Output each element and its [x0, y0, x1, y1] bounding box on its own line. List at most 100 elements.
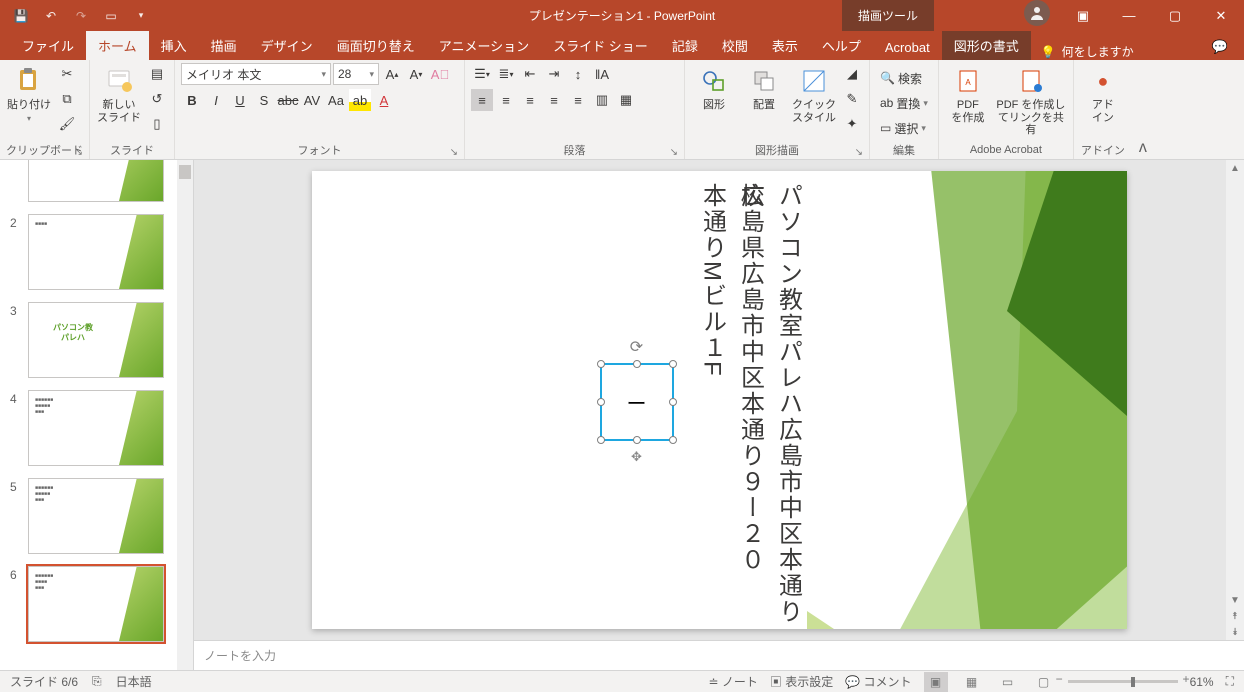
resize-handle-b[interactable] — [633, 436, 641, 444]
thumbnail-3[interactable]: 3パソコン教 パレハ — [0, 296, 193, 384]
char-spacing-icon[interactable]: AV — [301, 89, 323, 111]
reading-view-icon[interactable]: ▭ — [996, 672, 1020, 692]
font-launcher-icon[interactable]: ↘ — [450, 147, 458, 158]
slideshow-view-icon[interactable]: ▢ — [1032, 672, 1056, 692]
canvas-scrollbar[interactable]: ▲ ▼ ⯭ ⯯ — [1226, 160, 1244, 640]
next-slide-icon[interactable]: ⯯ — [1226, 624, 1244, 640]
tab-home[interactable]: ホーム — [86, 30, 149, 60]
font-name-combo[interactable]: メイリオ 本文▾ — [181, 63, 331, 85]
tab-review[interactable]: 校閲 — [710, 30, 760, 60]
slide-canvas[interactable]: パソコン教室パレハ広島市中区本通り校 広島県広島市中区本通り９ー２０ 本通りMビ… — [312, 171, 1127, 629]
justify-icon[interactable]: ≡ — [543, 89, 565, 111]
shape-fill-icon[interactable]: ◢ — [841, 63, 863, 85]
section-icon[interactable]: ▯ — [146, 113, 168, 135]
undo-icon[interactable]: ↶ — [36, 1, 66, 31]
smartart-icon[interactable]: ▦ — [615, 89, 637, 111]
create-pdf-button[interactable]: A PDF を作成 — [945, 63, 991, 124]
replace-button[interactable]: ab置換▾ — [876, 92, 932, 114]
tab-design[interactable]: デザイン — [249, 30, 325, 60]
scroll-up-icon[interactable]: ▲ — [1226, 160, 1244, 176]
tab-slideshow[interactable]: スライド ショー — [541, 30, 660, 60]
shapes-button[interactable]: 図形 — [691, 63, 737, 112]
spellcheck-icon[interactable]: ⎘ — [92, 674, 102, 689]
copy-icon[interactable]: ⧉ — [56, 88, 78, 110]
autofit-options-icon[interactable]: ✥ — [631, 449, 642, 465]
paste-button[interactable]: 貼り付け ▾ — [6, 63, 52, 123]
resize-handle-bl[interactable] — [597, 436, 605, 444]
quick-styles-button[interactable]: クイック スタイル — [791, 63, 837, 124]
tab-format[interactable]: 図形の書式 — [942, 30, 1031, 60]
cut-icon[interactable]: ✂ — [56, 63, 78, 85]
close-icon[interactable]: ✕ — [1198, 0, 1244, 31]
comments-share-icon[interactable]: 💬 — [1212, 39, 1228, 60]
rotation-handle-icon[interactable]: ⟳ — [630, 337, 643, 357]
align-center-icon[interactable]: ≡ — [495, 89, 517, 111]
notes-pane[interactable]: ノートを入力 — [194, 640, 1244, 670]
highlight-icon[interactable]: ab — [349, 89, 371, 111]
slide-text-line2[interactable]: 広島県広島市中区本通り９ー２０ — [730, 183, 768, 573]
fit-to-window-icon[interactable]: ⛶ — [1226, 674, 1234, 689]
thumbnail-4[interactable]: 4■■■■■■■■■■■■■■ — [0, 384, 193, 472]
shadow-icon[interactable]: S — [253, 89, 275, 111]
resize-handle-t[interactable] — [633, 360, 641, 368]
increase-indent-icon[interactable]: ⇥ — [543, 63, 565, 85]
tab-view[interactable]: 表示 — [760, 30, 810, 60]
thumbnail-1[interactable]: ■■■■■■■■■■ — [0, 160, 193, 208]
account-avatar-icon[interactable] — [1024, 0, 1050, 26]
save-icon[interactable]: 💾 — [6, 1, 36, 31]
tab-draw[interactable]: 描画 — [199, 30, 249, 60]
distribute-icon[interactable]: ≡ — [567, 89, 589, 111]
align-left-icon[interactable]: ≡ — [471, 89, 493, 111]
thumbnail-6[interactable]: 6■■■■■■■■■■■■■ — [0, 560, 193, 648]
prev-slide-icon[interactable]: ⯭ — [1226, 608, 1244, 624]
create-share-pdf-button[interactable]: PDF を作成し てリンクを共有 — [995, 63, 1067, 137]
underline-icon[interactable]: U — [229, 89, 251, 111]
new-slide-button[interactable]: 新しい スライド — [96, 63, 142, 124]
qat-customize-icon[interactable]: ▾ — [126, 1, 156, 31]
comments-toggle[interactable]: 💬 コメント — [845, 673, 911, 690]
resize-handle-tl[interactable] — [597, 360, 605, 368]
tell-me-search[interactable]: 💡 何をしますか — [1041, 43, 1134, 60]
collapse-ribbon-icon[interactable]: ᴧ — [1132, 139, 1154, 157]
sorter-view-icon[interactable]: ▦ — [960, 672, 984, 692]
increase-font-icon[interactable]: A▴ — [381, 63, 403, 85]
tab-animations[interactable]: アニメーション — [427, 30, 541, 60]
columns-icon[interactable]: ▥ — [591, 89, 613, 111]
change-case-icon[interactable]: Aa — [325, 89, 347, 111]
format-painter-icon[interactable]: 🖌 — [56, 113, 78, 135]
clipboard-launcher-icon[interactable]: ↘ — [75, 147, 83, 158]
layout-icon[interactable]: ▤ — [146, 63, 168, 85]
tab-acrobat[interactable]: Acrobat — [873, 34, 942, 60]
thumbnail-scrollbar[interactable] — [177, 160, 193, 670]
normal-view-icon[interactable]: ▣ — [924, 672, 948, 692]
clear-formatting-icon[interactable]: A⃠ — [429, 63, 451, 85]
strikethrough-icon[interactable]: abc — [277, 89, 299, 111]
bold-icon[interactable]: B — [181, 89, 203, 111]
find-button[interactable]: 🔍検索 — [876, 67, 932, 89]
tab-record[interactable]: 記録 — [660, 30, 710, 60]
selected-textbox[interactable]: ⟳ ー ✥ — [600, 363, 674, 441]
tab-file[interactable]: ファイル — [10, 30, 86, 60]
font-size-combo[interactable]: 28▾ — [333, 63, 379, 85]
shape-effects-icon[interactable]: ✦ — [841, 113, 863, 135]
addins-button[interactable]: ● アド イン — [1080, 63, 1126, 124]
bullets-icon[interactable]: ☰▾ — [471, 63, 493, 85]
italic-icon[interactable]: I — [205, 89, 227, 111]
drawing-launcher-icon[interactable]: ↘ — [855, 147, 863, 158]
resize-handle-br[interactable] — [669, 436, 677, 444]
resize-handle-r[interactable] — [669, 398, 677, 406]
start-from-beginning-icon[interactable]: ▭ — [96, 1, 126, 31]
tab-transitions[interactable]: 画面切り替え — [325, 30, 427, 60]
decrease-indent-icon[interactable]: ⇤ — [519, 63, 541, 85]
language-status[interactable]: 日本語 — [116, 673, 152, 690]
tab-help[interactable]: ヘルプ — [810, 30, 873, 60]
textbox-content[interactable]: ー — [627, 388, 647, 417]
align-right-icon[interactable]: ≡ — [519, 89, 541, 111]
thumbnail-5[interactable]: 5■■■■■■■■■■■■■■ — [0, 472, 193, 560]
display-settings-toggle[interactable]: ▣ 表示設定 — [770, 673, 833, 690]
redo-icon[interactable]: ↷ — [66, 1, 96, 31]
numbering-icon[interactable]: ≣▾ — [495, 63, 517, 85]
scroll-down-icon[interactable]: ▼ — [1226, 592, 1244, 608]
resize-handle-l[interactable] — [597, 398, 605, 406]
slide-thumbnail-pane[interactable]: ■■■■■■■■■■ 2■■■■ 3パソコン教 パレハ 4■■■■■■■■■■■… — [0, 160, 194, 670]
